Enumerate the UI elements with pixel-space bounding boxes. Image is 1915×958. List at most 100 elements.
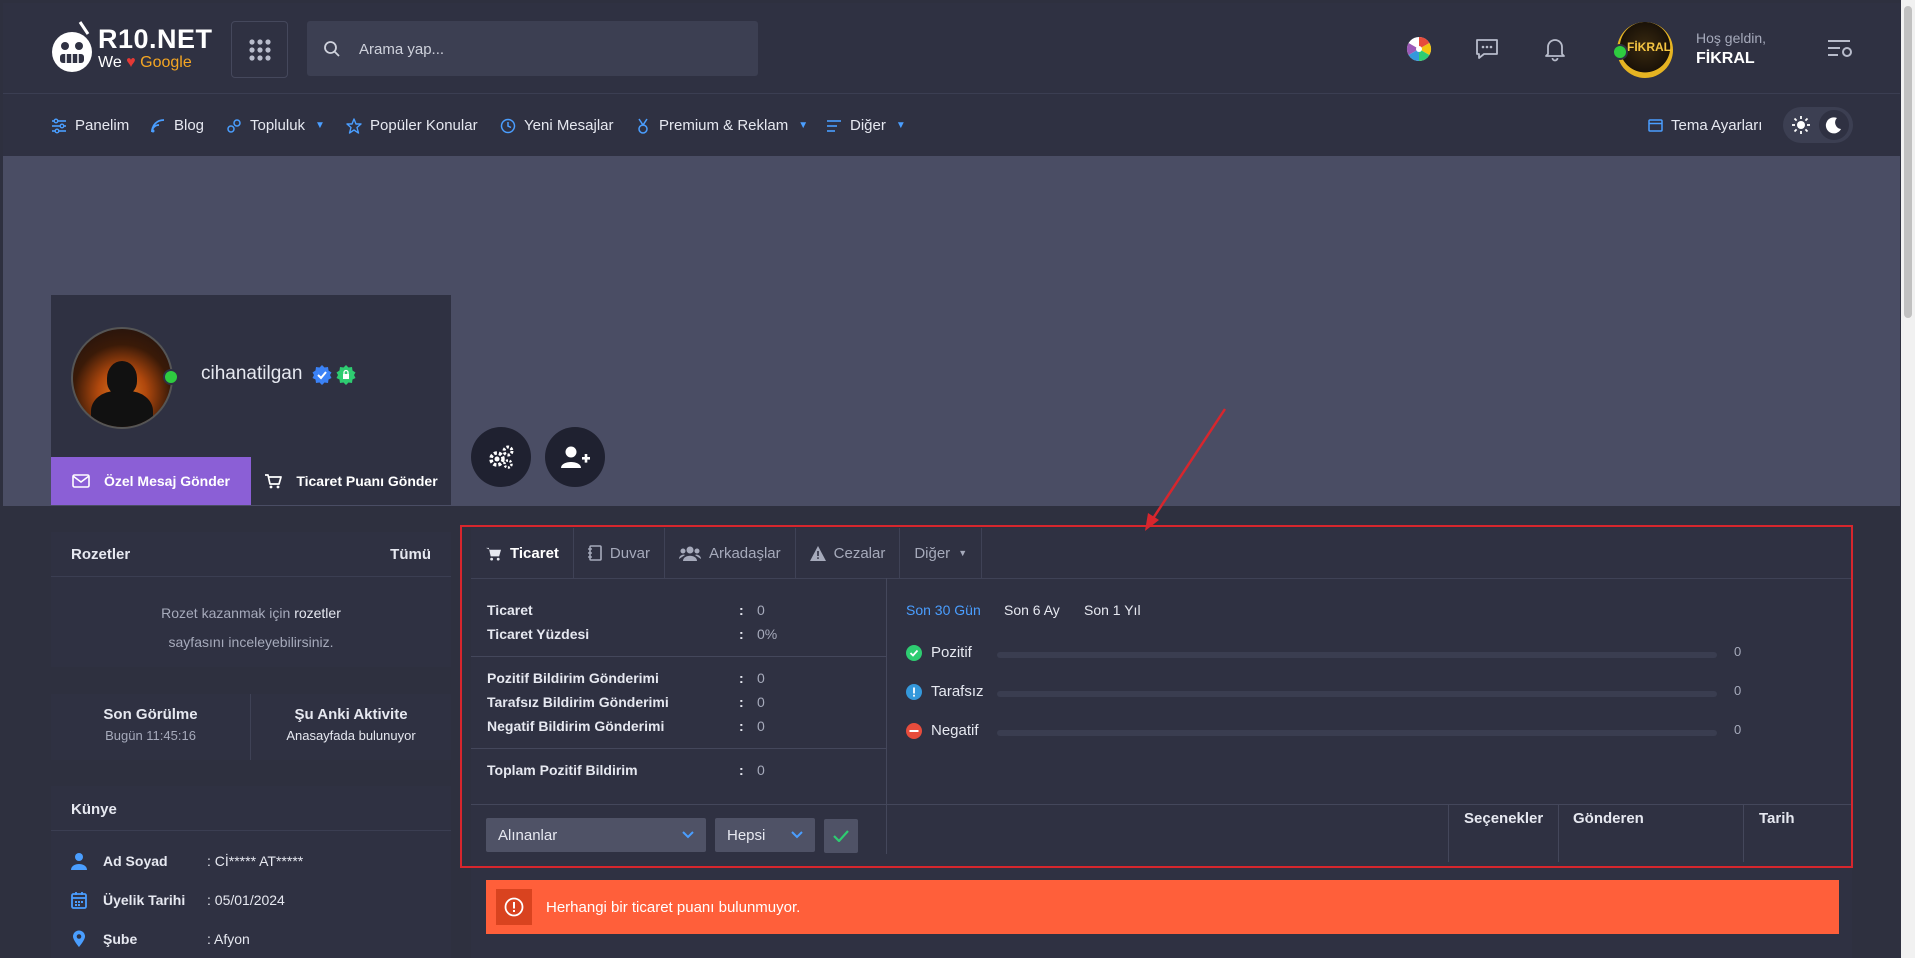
tab-diger[interactable]: Diğer ▼	[900, 528, 983, 578]
notifications-bell-icon[interactable]	[1537, 31, 1573, 67]
identity-title: Künye	[71, 800, 117, 818]
tab-cezalar[interactable]: Cezalar	[796, 528, 901, 578]
apply-filter-button[interactable]	[824, 819, 858, 853]
no-trade-points-alert: Herhangi bir ticaret puanı bulunmuyor.	[486, 880, 1839, 934]
cart-icon	[265, 474, 283, 489]
info-circle-icon	[906, 683, 922, 700]
theme-toggle[interactable]	[1783, 107, 1853, 143]
received-filter-select[interactable]: Alınanlar	[486, 818, 706, 852]
send-message-label: Özel Mesaj Gönder	[103, 473, 231, 489]
profile-tabs: Ticaret Duvar Arkadaşlar Cezalar Diğer ▼	[471, 528, 1852, 579]
tab-label: Duvar	[609, 544, 650, 562]
nav-panelim[interactable]: Panelim	[51, 117, 129, 134]
search-box[interactable]	[307, 21, 758, 78]
check-icon	[833, 830, 849, 842]
activity-panel: Son Görülme Bugün 11:45:16 Şu Anki Aktiv…	[51, 694, 451, 760]
nav-populer-konular[interactable]: Popüler Konular	[346, 117, 478, 134]
tab-label: Ticaret	[510, 544, 559, 562]
alert-text: Herhangi bir ticaret puanı bulunmuyor.	[546, 898, 801, 916]
caret-down-icon: ▼	[958, 548, 968, 558]
medal-icon	[638, 118, 648, 134]
chevron-down-icon: ▼	[315, 120, 325, 131]
username-text[interactable]: FİKRAL	[1696, 50, 1755, 68]
chat-clock-icon	[500, 118, 516, 133]
logo-we: We	[98, 54, 122, 71]
identity-value: : Cİ***** AT*****	[207, 853, 304, 869]
tab-duvar[interactable]: Duvar	[574, 528, 665, 578]
profile-avatar[interactable]	[71, 327, 173, 429]
tab-label: Arkadaşlar	[708, 544, 781, 562]
identity-value: : 05/01/2024	[207, 892, 285, 908]
table-header-sender[interactable]: Gönderen	[1573, 810, 1644, 827]
user-tie-icon	[71, 853, 87, 870]
send-trade-point-label: Ticaret Puanı Gönder	[296, 473, 438, 489]
send-trade-point-button[interactable]: Ticaret Puanı Gönder	[251, 457, 451, 505]
period-1-year[interactable]: Son 1 Yıl	[1084, 602, 1141, 618]
map-pin-icon	[73, 930, 85, 947]
settings-menu-icon[interactable]	[1822, 31, 1858, 67]
logo-mascot-icon	[52, 21, 92, 72]
profile-card: cihanatilgan Özel Mesaj Gönder Ticaret P…	[51, 295, 451, 505]
last-seen-value: Bugün 11:45:16	[105, 728, 196, 743]
apps-grid-button[interactable]	[231, 21, 288, 78]
wheel-icon[interactable]	[1401, 31, 1437, 67]
nav-yeni-mesajlar[interactable]: Yeni Mesajlar	[500, 117, 614, 134]
identity-label: Ad Soyad	[103, 853, 168, 869]
heart-icon: ♥	[126, 54, 136, 71]
users-icon	[678, 546, 701, 561]
add-friend-button[interactable]	[545, 427, 605, 487]
greeting-text: Hoş geldin,	[1696, 30, 1767, 46]
theme-settings-label: Tema Ayarları	[1671, 117, 1763, 134]
identity-row-membership: Üyelik Tarihi : 05/01/2024	[71, 891, 285, 909]
chevron-down-icon	[682, 831, 694, 839]
nav-diger[interactable]: Diğer ▼	[826, 117, 906, 134]
identity-row-branch: Şube : Afyon	[71, 930, 250, 948]
messages-icon[interactable]	[1469, 31, 1505, 67]
toggle-knob	[1819, 110, 1849, 140]
nav-premium-reklam[interactable]: Premium & Reklam ▼	[635, 117, 808, 134]
rating-value: 0	[1734, 644, 1742, 659]
badges-all-link[interactable]: Tümü	[390, 546, 431, 563]
tab-ticaret[interactable]: Ticaret	[471, 528, 574, 578]
logo-title: R10.NET	[98, 24, 213, 54]
send-message-button[interactable]: Özel Mesaj Gönder	[51, 457, 251, 505]
nav-label: Blog	[174, 117, 205, 134]
online-status-dot	[1612, 44, 1628, 60]
stat-row: Ticaret:0	[487, 602, 765, 618]
table-header-date[interactable]: Tarih	[1759, 810, 1795, 827]
profile-settings-button[interactable]	[471, 427, 531, 487]
alert-icon	[496, 889, 532, 925]
table-header-options[interactable]: Seçenekler	[1464, 810, 1543, 827]
rating-neutral: Tarafsız	[906, 683, 984, 700]
sliders-icon	[52, 118, 66, 133]
rating-value: 0	[1734, 683, 1742, 698]
verified-badge-icon	[312, 365, 332, 385]
site-logo[interactable]: R10.NET We ♥ Google	[50, 20, 213, 75]
rating-negative: Negatif	[906, 722, 979, 739]
chevron-down-icon	[791, 831, 803, 839]
identity-row-name: Ad Soyad : Cİ***** AT*****	[71, 852, 303, 870]
search-icon	[324, 41, 340, 57]
theme-settings-link[interactable]: Tema Ayarları	[1648, 117, 1762, 134]
profile-online-dot	[163, 369, 179, 385]
tab-label: Diğer	[914, 544, 951, 562]
badges-link[interactable]: rozetler	[294, 605, 341, 621]
logo-google: Google	[140, 54, 192, 71]
identity-label: Şube	[103, 931, 138, 947]
tab-arkadaslar[interactable]: Arkadaşlar	[665, 528, 796, 578]
scrollbar-thumb[interactable]	[1904, 6, 1912, 318]
badges-title: Rozetler	[71, 545, 131, 563]
chevron-down-icon: ▼	[798, 120, 809, 131]
nav-blog[interactable]: Blog	[150, 117, 204, 134]
rating-bar-positive	[997, 652, 1717, 658]
all-filter-select[interactable]: Hepsi	[715, 818, 815, 852]
period-30-days[interactable]: Son 30 Gün	[906, 602, 981, 618]
nav-label: Premium & Reklam	[659, 117, 789, 134]
badges-empty-text: Rozet kazanmak için rozetler sayfasını i…	[161, 605, 341, 650]
search-input[interactable]	[357, 21, 751, 78]
rating-bar-neutral	[997, 691, 1717, 697]
rating-value: 0	[1734, 722, 1742, 737]
avatar-text: FİKRAL	[1627, 40, 1671, 54]
period-6-months[interactable]: Son 6 Ay	[1004, 602, 1060, 618]
nav-topluluk[interactable]: Topluluk ▼	[226, 117, 325, 134]
